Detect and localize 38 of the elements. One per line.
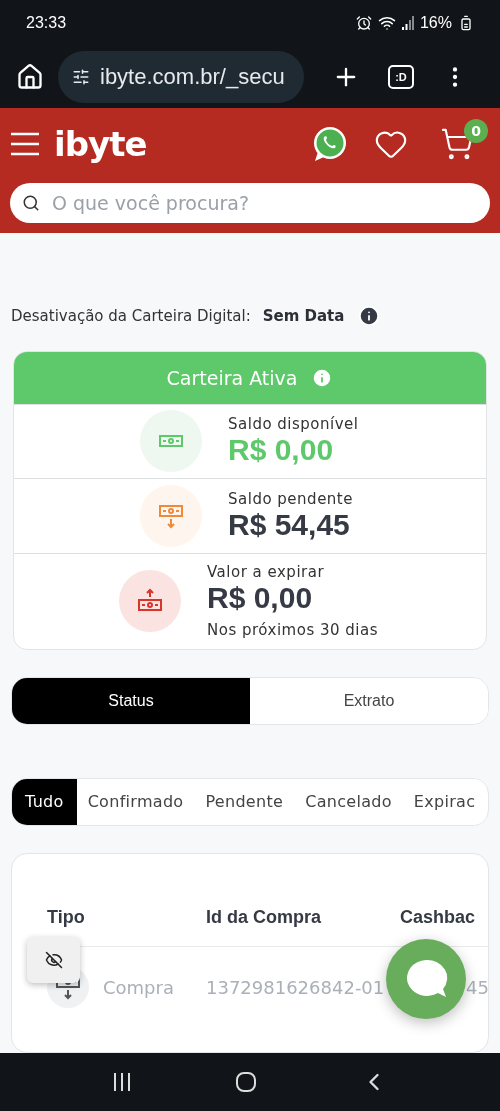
balance-amount: R$ 0,00	[207, 581, 314, 616]
logo[interactable]: ibyte	[54, 124, 296, 165]
wallet-title: Carteira Ativa	[166, 366, 298, 389]
tab-switcher-button[interactable]: :D	[388, 64, 414, 89]
battery-percent: 16%	[419, 14, 452, 33]
wifi-icon	[377, 14, 396, 33]
balance-amount: R$ 0,00	[228, 433, 335, 468]
cart-count: 0	[464, 119, 488, 144]
filter-tab[interactable]: Tudo	[12, 778, 77, 825]
menu-icon[interactable]	[10, 132, 40, 157]
address-bar[interactable]: ibyte.com.br/_secu	[58, 50, 304, 103]
balance-label: Saldo disponível	[228, 415, 359, 434]
cart-icon[interactable]	[440, 127, 474, 162]
column-header: Cashbac	[400, 907, 477, 929]
search-icon	[22, 193, 40, 212]
recent-apps-icon[interactable]	[111, 1071, 132, 1092]
column-header: Tipo	[47, 907, 86, 929]
balance-label: Valor a expirar	[207, 563, 326, 582]
table-cell: 45	[466, 976, 488, 998]
home-nav-icon[interactable]	[235, 1070, 257, 1093]
chat-bubble-icon	[404, 958, 448, 1000]
table-cell-text: 1372981626842-01	[206, 976, 386, 998]
balance-label: Saldo pendente	[228, 489, 353, 508]
signal-icon	[401, 16, 414, 31]
balance-amount: R$ 54,45	[228, 507, 351, 542]
deactivation-date: Sem Data	[262, 306, 345, 325]
status-time: 23:33	[26, 14, 67, 33]
battery-icon	[458, 15, 474, 32]
eye-off-icon	[44, 951, 63, 969]
search-field[interactable]: O que você procura?	[10, 182, 490, 223]
view-tab[interactable]: Status	[12, 677, 250, 724]
hide-values-button[interactable]	[27, 937, 80, 983]
table-cell: Compra	[103, 976, 174, 998]
home-icon[interactable]	[16, 62, 44, 91]
alarm-icon	[355, 15, 372, 32]
column-header: Id da Compra	[206, 907, 322, 929]
balance-note: Nos próximos 30 dias	[207, 621, 379, 640]
deactivation-label: Desativação da Carteira Digital:	[11, 306, 251, 325]
